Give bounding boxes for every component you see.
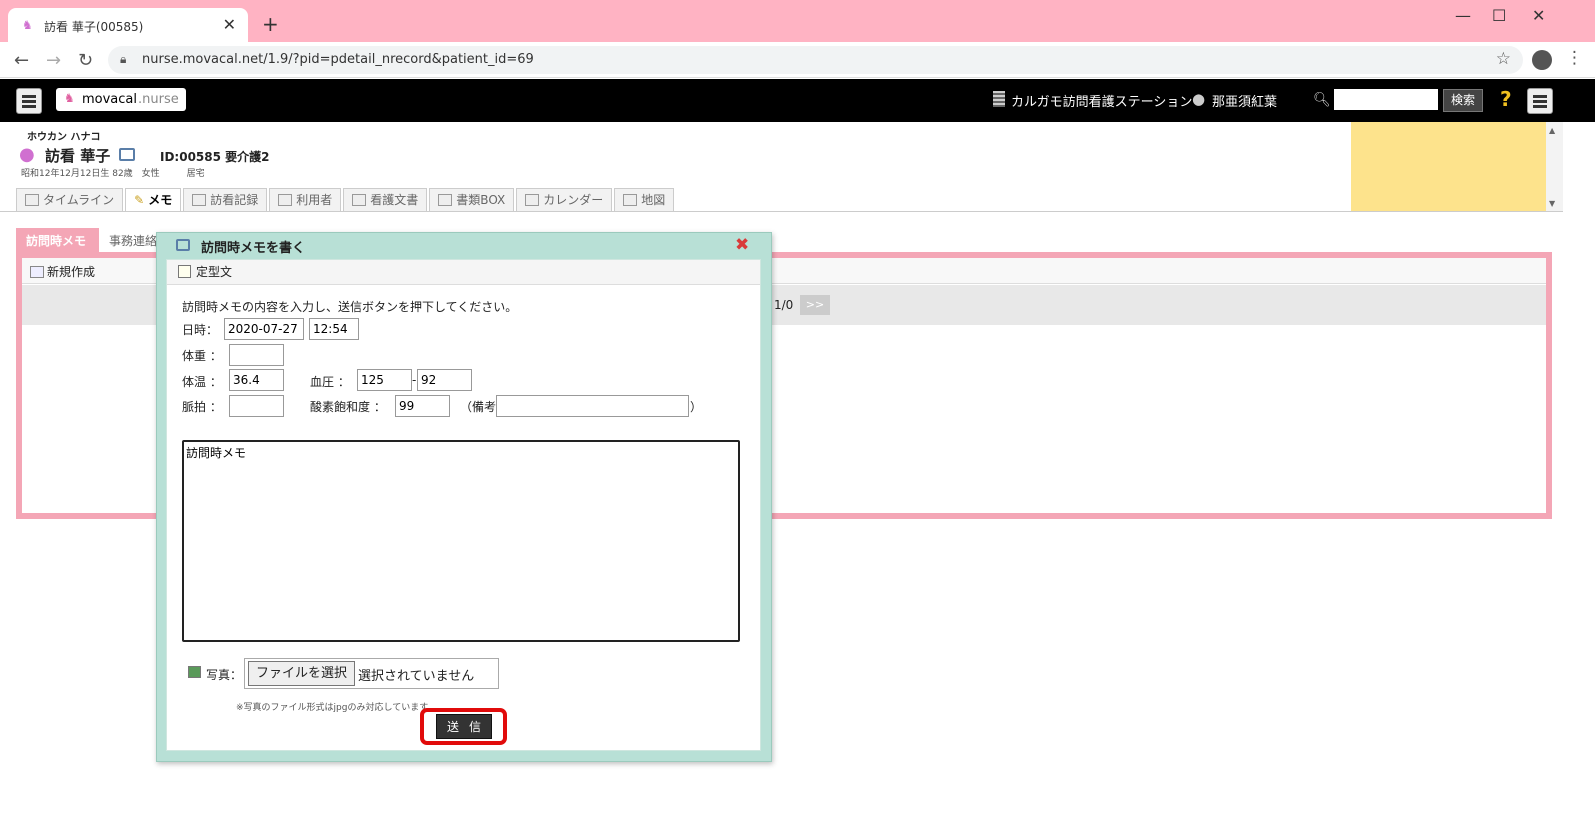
- blood-pressure-label: 血圧 ：: [310, 375, 350, 389]
- profile-avatar-icon[interactable]: [1532, 50, 1552, 70]
- user-name[interactable]: 那亜須紅葉: [1212, 91, 1277, 110]
- tab-calendar[interactable]: カレンダー: [516, 188, 613, 212]
- browser-menu-icon[interactable]: ⋮: [1566, 48, 1583, 68]
- bookmark-star-icon[interactable]: ☆: [1496, 49, 1511, 69]
- user-card-icon: [278, 194, 293, 206]
- scrollbar[interactable]: ▲ ▼: [1546, 122, 1563, 212]
- header-search-input[interactable]: [1334, 89, 1438, 110]
- choose-file-button[interactable]: ファイルを選択: [248, 661, 355, 686]
- subtab-visit-memo[interactable]: 訪問時メモ: [16, 228, 99, 252]
- tab-map[interactable]: 地図: [614, 188, 675, 212]
- record-icon: [192, 194, 207, 206]
- send-button[interactable]: 送信: [436, 714, 492, 739]
- tab-document-box[interactable]: 書類BOX: [429, 188, 515, 212]
- template-button[interactable]: 定型文: [178, 263, 232, 280]
- header-search-button[interactable]: 検索: [1443, 89, 1483, 112]
- tab-nursing-documents[interactable]: 看護文書: [343, 188, 428, 212]
- weight-label: 体重 ：: [182, 349, 222, 363]
- bp-low-input[interactable]: [417, 369, 472, 391]
- remarks-input[interactable]: [496, 395, 689, 417]
- document-icon: [352, 194, 367, 206]
- patient-details: 昭和12年12月12日生 82歳 女性 居宅: [21, 169, 205, 179]
- patient-kana: ホウカン ハナコ: [27, 132, 101, 143]
- patient-id: ID:00585 要介護2: [160, 150, 270, 164]
- timeline-icon: [25, 194, 39, 206]
- patient-card-icon[interactable]: [119, 148, 135, 161]
- tab-close-icon[interactable]: ✕: [223, 15, 236, 34]
- tab-memo[interactable]: ✎ メモ: [125, 188, 182, 212]
- forward-icon[interactable]: →: [46, 50, 61, 71]
- lock-icon: 🔒︎: [120, 52, 127, 66]
- remarks-close: ）: [690, 400, 703, 414]
- subtab-office-contact[interactable]: 事務連絡: [109, 232, 157, 249]
- app-logo[interactable]: ♞ movacal .nurse: [56, 88, 186, 111]
- weight-input[interactable]: [229, 344, 284, 366]
- maximize-button[interactable]: ☐: [1492, 6, 1506, 25]
- spo2-input[interactable]: [395, 395, 450, 417]
- window-close-button[interactable]: ✕: [1532, 6, 1545, 25]
- search-icon: 🔍︎: [1313, 92, 1331, 108]
- new-icon: [30, 266, 44, 278]
- dialog-close-icon[interactable]: ✖: [735, 235, 749, 255]
- tab-visit-record[interactable]: 訪看記録: [183, 188, 268, 212]
- nav-divider: [0, 211, 1563, 212]
- favicon-icon: ♞: [22, 18, 33, 32]
- temperature-input[interactable]: [229, 369, 284, 391]
- help-icon[interactable]: ?: [1500, 87, 1512, 111]
- pulse-label: 脈拍 ：: [182, 400, 222, 414]
- remarks-open: （備考: [460, 400, 497, 414]
- new-tab-button[interactable]: +: [262, 12, 279, 36]
- url-field[interactable]: 🔒︎ nurse.movacal.net/1.9/?pid=pdetail_nr…: [108, 46, 1523, 74]
- date-label: 日時：: [182, 323, 219, 337]
- tab-user[interactable]: 利用者: [269, 188, 342, 212]
- instruction-text: 訪問時メモの内容を入力し、送信ボタンを押下してください。: [182, 300, 518, 314]
- user-icon: ●: [1192, 90, 1206, 108]
- browser-tab[interactable]: ♞ 訪看 華子(00585) ✕: [8, 8, 248, 42]
- new-memo-button[interactable]: 新規作成: [30, 263, 95, 280]
- photo-icon: [188, 666, 201, 678]
- calendar-icon: [525, 194, 540, 206]
- page-count: 1/0: [774, 298, 794, 312]
- hamburger-menu-icon[interactable]: [16, 88, 42, 114]
- file-status: 選択されていません: [358, 669, 475, 684]
- building-icon: [993, 91, 1005, 107]
- url-text: nurse.movacal.net/1.9/?pid=pdetail_nreco…: [142, 52, 534, 67]
- tab-timeline[interactable]: タイムライン: [16, 188, 124, 212]
- notice-area: [1351, 122, 1546, 212]
- template-icon: [178, 265, 191, 278]
- minimize-button[interactable]: —: [1455, 6, 1471, 25]
- photo-label: 写真：: [206, 668, 243, 682]
- logo-icon: ♞: [64, 91, 75, 105]
- memo-textarea[interactable]: 訪問時メモ: [182, 440, 740, 642]
- dialog-title: 訪問時メモを書く: [201, 241, 306, 256]
- box-icon: [438, 194, 453, 206]
- dialog-window-icon: [176, 239, 190, 251]
- patient-name: 訪看 華子: [45, 147, 111, 165]
- pulse-input[interactable]: [229, 395, 284, 417]
- tab-title: 訪看 華子(00585): [44, 20, 144, 34]
- reload-icon[interactable]: ↻: [78, 50, 93, 71]
- template-bar: [167, 260, 760, 285]
- right-menu-icon[interactable]: [1527, 88, 1553, 114]
- patient-nav-tabs: タイムライン ✎ メモ 訪看記録 利用者 看護文書 書類BOX カレンダー 地図: [16, 188, 676, 212]
- back-icon[interactable]: ←: [14, 50, 29, 71]
- map-icon: [623, 194, 638, 206]
- photo-format-note: ※写真のファイル形式はjpgのみ対応しています: [236, 703, 429, 713]
- bp-separator: -: [412, 373, 417, 387]
- address-bar: ← → ↻ 🔒︎ nurse.movacal.net/1.9/?pid=pdet…: [0, 42, 1595, 78]
- date-input[interactable]: [224, 318, 304, 340]
- pencil-icon: ✎: [134, 193, 145, 207]
- bp-high-input[interactable]: [357, 369, 412, 391]
- temperature-label: 体温 ：: [182, 375, 222, 389]
- patient-avatar-icon: ●: [19, 144, 35, 165]
- time-input[interactable]: [309, 318, 359, 340]
- spo2-label: 酸素飽和度 ：: [310, 400, 386, 414]
- next-page-button[interactable]: >>: [800, 295, 830, 315]
- station-name: カルガモ訪問看護ステーション: [1011, 95, 1193, 110]
